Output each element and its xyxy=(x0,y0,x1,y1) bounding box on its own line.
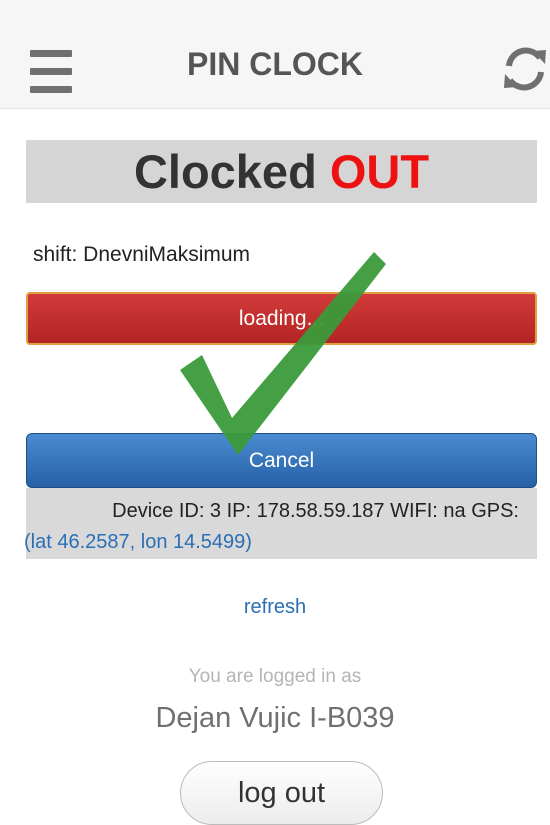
device-info-panel: Device ID: 3 IP: 178.58.59.187 WIFI: na … xyxy=(24,488,537,559)
shift-label: shift: DnevniMaksimum xyxy=(33,243,251,266)
status-state: OUT xyxy=(329,145,430,198)
refresh-link[interactable]: refresh xyxy=(0,596,550,619)
checkmark-icon xyxy=(180,252,386,455)
clock-action-button[interactable]: loading... xyxy=(26,292,537,345)
status-prefix: Clocked xyxy=(133,145,317,198)
logged-in-label: You are logged in as xyxy=(188,666,362,687)
refresh-icon[interactable] xyxy=(500,44,550,94)
app-title: PIN CLOCK xyxy=(187,46,363,82)
cancel-button[interactable]: Cancel xyxy=(26,433,537,488)
device-info-text: Device ID: 3 IP: 178.58.59.187 WIFI: na … xyxy=(112,500,519,522)
app-header: PIN CLOCK xyxy=(0,0,550,109)
user-name: Dejan Vujic I-B039 xyxy=(155,702,395,734)
clock-status-banner: Clocked OUT xyxy=(26,140,537,203)
logout-button[interactable]: log out xyxy=(180,761,383,825)
gps-link[interactable]: (lat 46.2587, lon 14.5499) xyxy=(24,527,533,558)
